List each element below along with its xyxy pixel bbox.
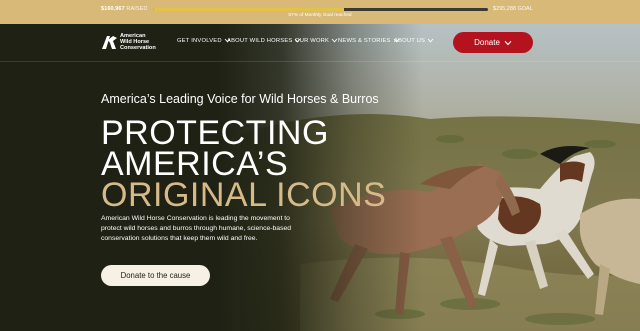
horse-logo-icon [102, 36, 117, 49]
nav-label: ABOUT WILD HORSES [227, 38, 293, 45]
donate-button[interactable]: Donate [453, 32, 533, 53]
nav-about-wild-horses[interactable]: ABOUT WILD HORSES [227, 38, 301, 44]
fundraising-banner: $160,967 RAISED $295,288 GOAL 57% of Mon… [0, 0, 640, 24]
nav-news-stories[interactable]: NEWS & STORIES [338, 38, 400, 44]
logo-line-3: Conservation [120, 45, 156, 51]
donate-label: Donate [474, 38, 500, 47]
logo-wordmark: American Wild Horse Conservation [120, 33, 156, 51]
hero-description: American Wild Horse Conservation is lead… [101, 215, 292, 242]
fundraising-progress-bar [153, 8, 488, 11]
chevron-down-icon [427, 38, 434, 43]
raised-value: $160,967 [101, 6, 125, 12]
donate-to-cause-button[interactable]: Donate to the cause [101, 265, 210, 286]
nav-label: ABOUT US [394, 38, 426, 45]
cta-label: Donate to the cause [120, 271, 191, 280]
site-logo[interactable]: American Wild Horse Conservation [100, 33, 160, 53]
nav-our-work[interactable]: OUR WORK [295, 38, 338, 44]
hero-section: American Wild Horse Conservation GET INV… [0, 24, 640, 331]
raised-suffix: RAISED [126, 6, 148, 12]
fundraising-progress-fill [153, 8, 344, 11]
goal-amount: $295,288 GOAL [493, 6, 533, 12]
hero-tagline: America’s Leading Voice for Wild Horses … [101, 92, 379, 106]
nav-label: OUR WORK [295, 38, 330, 45]
nav-about-us[interactable]: ABOUT US [394, 38, 434, 44]
nav-get-involved[interactable]: GET INVOLVED [177, 38, 231, 44]
headline-line-3: ORIGINAL ICONS [101, 176, 387, 214]
site-header: American Wild Horse Conservation GET INV… [0, 24, 640, 62]
chevron-down-icon [504, 40, 512, 45]
progress-label: 57% of Monthly Goal reached [288, 13, 352, 18]
raised-amount: $160,967 RAISED [101, 6, 147, 12]
hero-headline: PROTECTING AMERICA’S ORIGINAL ICONS [101, 116, 387, 214]
nav-label: GET INVOLVED [177, 38, 222, 45]
nav-label: NEWS & STORIES [338, 38, 391, 45]
